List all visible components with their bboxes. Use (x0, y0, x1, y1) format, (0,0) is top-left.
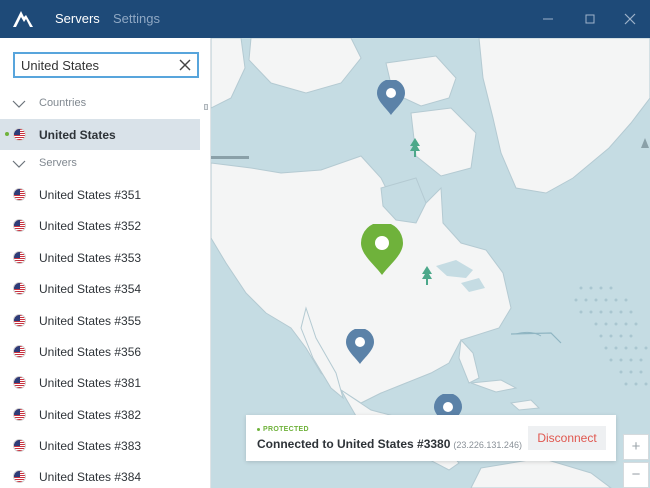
zoom-out-button[interactable]: − (623, 462, 649, 488)
maximize-icon[interactable] (582, 10, 598, 28)
status-text: PROTECTED (263, 426, 309, 433)
title-bar: Servers Settings (0, 0, 650, 38)
country-label: United States (39, 128, 116, 142)
us-flag-icon (13, 128, 26, 141)
clear-search-icon[interactable] (178, 57, 192, 73)
server-item[interactable]: United States #353 (0, 242, 200, 273)
server-label: United States #351 (39, 188, 142, 202)
server-label: United States #384 (39, 470, 142, 484)
server-location-pin-icon[interactable] (376, 80, 406, 116)
us-flag-icon (13, 408, 26, 421)
minimize-icon[interactable] (540, 10, 556, 28)
protection-status: PROTECTED (257, 426, 309, 433)
connection-text: Connected to United States #3380 (257, 437, 451, 451)
server-item[interactable]: United States #351 (0, 179, 200, 210)
search-input[interactable] (21, 56, 171, 74)
nordvpn-logo-icon (13, 11, 33, 27)
chevron-down-icon (12, 160, 26, 168)
chevron-down-icon (12, 100, 26, 108)
connection-status-card: PROTECTED Connected to United States #33… (246, 415, 616, 461)
ip-address: (23.226.131.246) (453, 440, 522, 450)
disconnect-button[interactable]: Disconnect (528, 426, 606, 450)
tab-settings[interactable]: Settings (113, 11, 160, 26)
countries-label: Countries (39, 97, 87, 109)
server-item[interactable]: United States #381 (0, 367, 200, 398)
us-flag-icon (13, 345, 26, 358)
connection-info: Connected to United States #3380 (23.226.… (257, 437, 522, 451)
server-label: United States #352 (39, 219, 142, 233)
server-label: United States #353 (39, 251, 142, 265)
us-flag-icon (13, 376, 26, 389)
tree-icon (410, 138, 420, 157)
server-item[interactable]: United States #352 (0, 210, 200, 241)
close-icon[interactable] (622, 10, 638, 28)
search-field[interactable] (13, 52, 199, 78)
connected-indicator (5, 132, 9, 136)
server-item[interactable]: United States #356 (0, 336, 200, 367)
server-item[interactable]: United States #382 (0, 399, 200, 430)
server-item[interactable]: United States #384 (0, 461, 200, 488)
sidebar-scrollbar[interactable] (201, 38, 210, 488)
us-flag-icon (13, 439, 26, 452)
server-label: United States #382 (39, 408, 142, 422)
us-flag-icon (13, 470, 26, 483)
us-flag-icon (13, 282, 26, 295)
server-item[interactable]: United States #355 (0, 305, 200, 336)
scrollbar-thumb[interactable] (204, 104, 208, 110)
server-sidebar: Countries United States Servers United S… (0, 38, 211, 488)
connected-location-pin-icon[interactable] (360, 224, 404, 276)
server-label: United States #383 (39, 439, 142, 453)
server-label: United States #356 (39, 345, 142, 359)
server-location-pin-icon[interactable] (433, 394, 463, 416)
server-item[interactable]: United States #354 (0, 273, 200, 304)
server-location-pin-icon[interactable] (345, 329, 375, 365)
zoom-in-button[interactable]: + (623, 434, 649, 460)
server-item[interactable]: United States #383 (0, 430, 200, 461)
us-flag-icon (13, 219, 26, 232)
tab-servers[interactable]: Servers (55, 11, 100, 26)
us-flag-icon (13, 314, 26, 327)
us-flag-icon (13, 188, 26, 201)
server-label: United States #381 (39, 376, 142, 390)
servers-section-header[interactable]: Servers (0, 153, 200, 177)
tree-icon (422, 266, 432, 285)
server-label: United States #354 (39, 282, 142, 296)
servers-label: Servers (39, 157, 77, 169)
server-label: United States #355 (39, 314, 142, 328)
countries-section-header[interactable]: Countries (0, 93, 200, 117)
country-item-united-states[interactable]: United States (0, 119, 200, 150)
us-flag-icon (13, 251, 26, 264)
